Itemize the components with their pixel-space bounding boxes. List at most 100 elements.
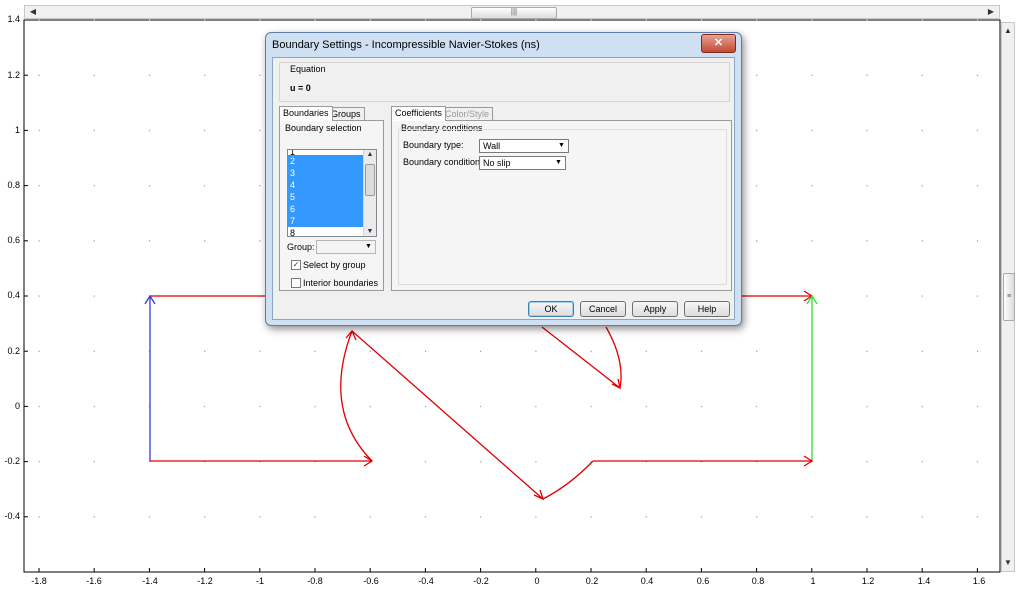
grid-dot xyxy=(700,405,703,408)
cancel-button[interactable]: Cancel xyxy=(580,301,626,317)
grid-dot xyxy=(921,516,923,518)
grid-dot xyxy=(866,19,868,21)
y-tick-label: 1.2 xyxy=(7,70,20,80)
boundary-type-dropdown[interactable]: Wall ▼ xyxy=(479,139,569,153)
dialog-titlebar[interactable]: Boundary Settings - Incompressible Navie… xyxy=(266,33,741,57)
tab-boundaries[interactable]: Boundaries xyxy=(279,106,333,121)
grid-dot xyxy=(369,405,371,408)
scroll-down-icon[interactable]: ▼ xyxy=(1002,557,1014,569)
boundary-condition-dropdown[interactable]: No slip ▼ xyxy=(479,156,566,170)
x-tick-label: -1.4 xyxy=(142,576,158,586)
grid-dot xyxy=(480,405,482,408)
boundary-condition-value: No slip xyxy=(483,158,511,168)
grid-dot xyxy=(38,350,40,352)
list-item[interactable]: 3 xyxy=(288,167,364,179)
grid-dot xyxy=(148,240,151,242)
grid-dot xyxy=(535,516,537,518)
grid-dot xyxy=(976,516,979,518)
grid-dot xyxy=(480,350,482,352)
grid-dot xyxy=(204,74,206,76)
grid-dot xyxy=(38,240,40,242)
chevron-down-icon: ▼ xyxy=(555,159,562,166)
grid-dot xyxy=(148,129,151,132)
scroll-left-icon[interactable]: ◀ xyxy=(27,6,39,18)
dialog-client-area: Equation u = 0 Boundaries Groups Boundar… xyxy=(272,57,735,320)
interior-boundaries-checkbox[interactable] xyxy=(291,278,301,288)
grid-dot xyxy=(756,74,758,76)
vertical-scrollbar[interactable]: ▲ ≡ ▼ xyxy=(1001,22,1015,572)
grid-dot xyxy=(93,185,95,187)
grid-dot xyxy=(811,74,813,76)
grid-dot xyxy=(314,516,316,518)
x-tick-label: -0.6 xyxy=(363,576,379,586)
grid-dot xyxy=(866,405,868,408)
grid-dot xyxy=(866,129,868,132)
y-tick-label: 1.4 xyxy=(7,14,20,24)
interior-boundaries-label: Interior boundaries xyxy=(303,278,379,288)
tab-coefficients[interactable]: Coefficients xyxy=(391,106,446,121)
x-tick-label: 0.4 xyxy=(640,576,654,586)
list-item[interactable]: 4 xyxy=(288,179,364,191)
grid-dot xyxy=(535,350,537,352)
ok-button[interactable]: OK xyxy=(528,301,574,317)
grid-dot xyxy=(590,19,592,21)
close-button[interactable]: ✕ xyxy=(701,34,736,53)
grid-dot xyxy=(93,74,95,76)
grid-dot xyxy=(590,405,592,408)
grid-dot xyxy=(424,405,427,408)
grid-dot xyxy=(38,129,40,132)
group-label: Group: xyxy=(287,242,315,252)
grid-dot xyxy=(369,19,371,21)
y-tick-label: 0.2 xyxy=(7,346,20,356)
grid-dot xyxy=(38,461,40,463)
list-scroll-down-icon[interactable]: ▼ xyxy=(364,228,376,235)
horizontal-scrollbar[interactable]: ◀ ||| ▶ xyxy=(24,5,1000,19)
grid-dot xyxy=(921,350,923,352)
select-by-group-checkbox[interactable]: ✓ xyxy=(291,260,301,270)
horizontal-scroll-thumb[interactable]: ||| xyxy=(471,7,557,19)
list-item[interactable]: 7 xyxy=(288,215,364,227)
grid-dot xyxy=(148,516,151,518)
grid-dot xyxy=(369,350,371,352)
grid-dot xyxy=(93,295,95,297)
grid-dot xyxy=(424,350,427,352)
x-tick-label: -1.2 xyxy=(197,576,213,586)
x-tick-label: 1.6 xyxy=(972,576,986,586)
grid-dot xyxy=(480,19,482,21)
list-scroll-thumb[interactable] xyxy=(365,164,375,196)
grid-dot xyxy=(38,295,40,297)
grid-dot xyxy=(93,350,95,352)
scroll-up-icon[interactable]: ▲ xyxy=(1002,25,1014,37)
x-tick-label: -1 xyxy=(255,576,264,586)
list-scrollbar[interactable]: ▲ ▼ xyxy=(363,150,376,236)
grid-dot xyxy=(424,19,427,21)
grid-dot xyxy=(535,19,537,21)
grid-dot xyxy=(811,129,813,132)
list-item[interactable]: 6 xyxy=(288,203,364,215)
scroll-right-icon[interactable]: ▶ xyxy=(985,6,997,18)
list-item[interactable]: 8 xyxy=(288,227,364,236)
boundary-type-value: Wall xyxy=(483,141,501,151)
group-dropdown[interactable]: ▼ xyxy=(316,240,376,254)
apply-button[interactable]: Apply xyxy=(632,301,678,317)
grid-dot xyxy=(369,516,371,518)
vertical-scroll-thumb[interactable]: ≡ xyxy=(1003,273,1015,321)
grid-dot xyxy=(259,240,261,242)
grid-dot xyxy=(535,405,537,408)
grid-dot xyxy=(866,74,868,76)
tab-groups[interactable]: Groups xyxy=(327,107,365,121)
tab-color-style[interactable]: Color/Style xyxy=(441,107,494,121)
y-tick-label: -0.4 xyxy=(4,511,20,521)
y-tick-label: 0 xyxy=(14,401,20,411)
grid-dot xyxy=(424,461,427,463)
grid-dot xyxy=(314,19,316,21)
help-button[interactable]: Help xyxy=(684,301,730,317)
boundary-selection-list[interactable]: 1 2 3 4 5 6 7 8 ▲ ▼ xyxy=(287,149,377,237)
grid-dot xyxy=(93,19,95,21)
list-item[interactable]: 5 xyxy=(288,191,364,203)
grid-dot xyxy=(976,295,979,297)
grid-dot xyxy=(811,19,813,21)
list-scroll-up-icon[interactable]: ▲ xyxy=(364,151,376,158)
grid-dot xyxy=(866,240,868,242)
list-item[interactable]: 2 xyxy=(288,155,364,167)
